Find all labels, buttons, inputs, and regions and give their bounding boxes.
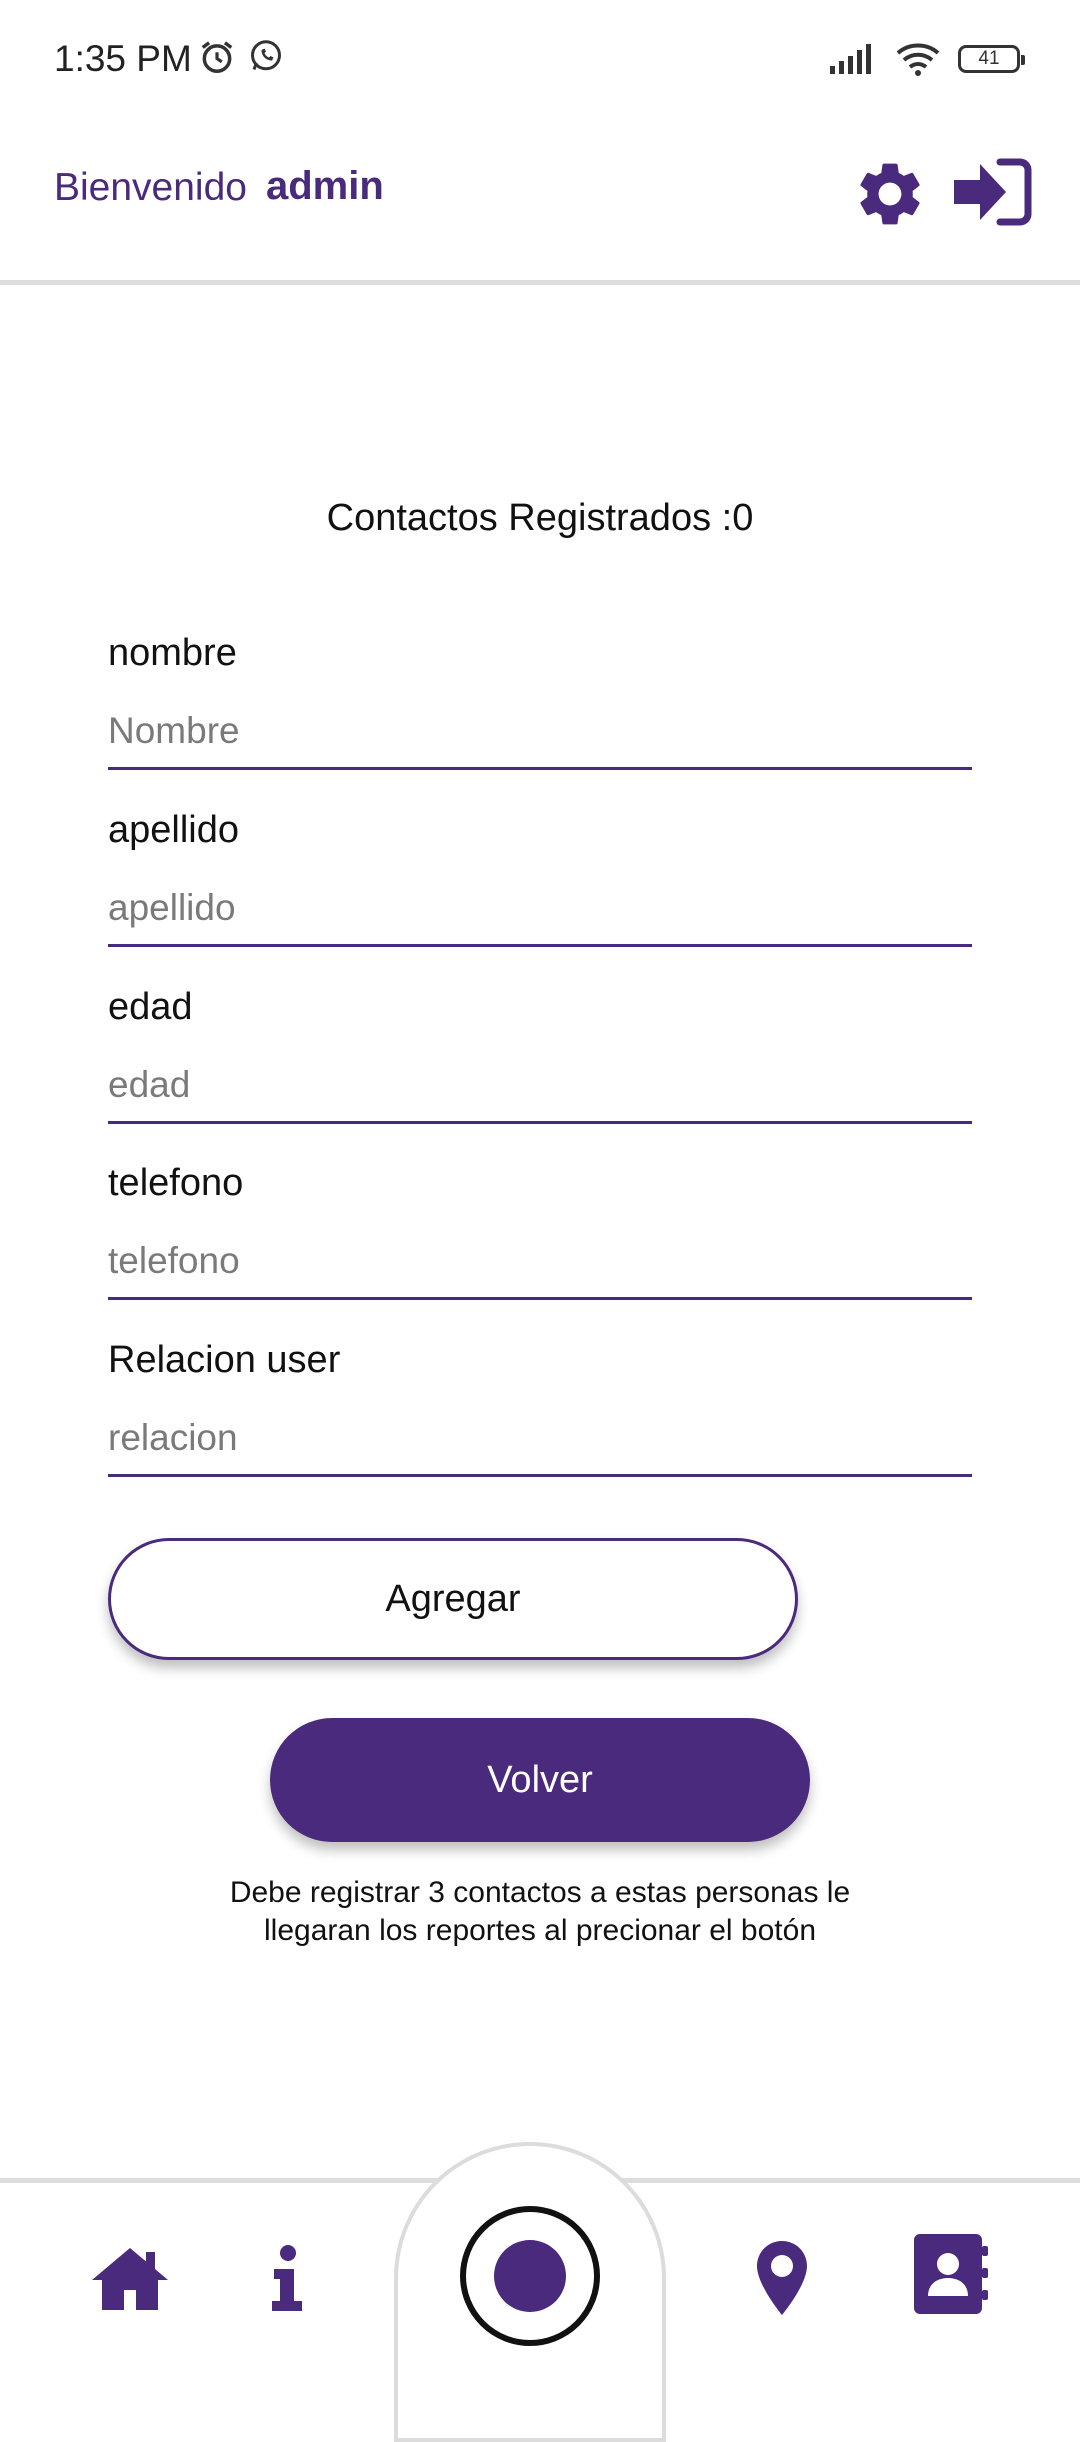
field-label: Relacion user xyxy=(108,1339,341,1381)
nav-info[interactable] xyxy=(262,2238,312,2318)
contacts-book-icon xyxy=(914,2234,988,2314)
add-contact-button[interactable]: Agregar xyxy=(108,1538,798,1660)
greeting-label: Bienvenido xyxy=(54,166,247,209)
field-label: nombre xyxy=(108,632,237,674)
contacts-count: Contactos Registrados :0 xyxy=(326,497,754,539)
gear-icon xyxy=(860,163,920,225)
wifi-icon xyxy=(896,43,940,76)
status-notification-icons xyxy=(198,38,284,76)
nav-contacts[interactable] xyxy=(908,2234,992,2314)
status-system-icons: 41 xyxy=(828,42,1025,76)
username-label: admin xyxy=(266,164,384,208)
signal-icon xyxy=(830,44,871,74)
field-label: apellido xyxy=(108,809,239,851)
info-icon xyxy=(272,2245,302,2311)
status-time: 1:35 PM xyxy=(54,38,192,79)
back-button[interactable]: Volver xyxy=(270,1718,810,1842)
sign-in-icon xyxy=(954,158,1032,226)
home-icon xyxy=(92,2248,168,2310)
field-label: edad xyxy=(108,986,193,1028)
field-apellido: apellido xyxy=(108,809,972,947)
logout-button[interactable] xyxy=(952,156,1032,228)
battery-level: 41 xyxy=(978,48,1000,69)
panic-button[interactable] xyxy=(460,2206,600,2346)
instructions-note: Debe registrar 3 contactos a estas perso… xyxy=(229,1876,851,1947)
nav-location[interactable] xyxy=(752,2238,812,2318)
relacion-input[interactable] xyxy=(108,1405,972,1477)
map-pin-icon xyxy=(757,2241,807,2315)
field-label: telefono xyxy=(108,1162,244,1204)
field-telefono: telefono xyxy=(108,1162,972,1300)
nombre-input[interactable] xyxy=(108,698,972,770)
alarm-icon xyxy=(201,41,233,73)
edad-input[interactable] xyxy=(108,1052,972,1124)
whatsapp-icon xyxy=(251,40,281,71)
header-divider xyxy=(0,280,1080,285)
settings-button[interactable] xyxy=(852,156,928,232)
field-edad: edad xyxy=(108,986,972,1124)
status-bar: 1:35 PM 41 xyxy=(0,0,1080,120)
apellido-input[interactable] xyxy=(108,875,972,947)
battery-icon: 41 xyxy=(958,45,1025,73)
telefono-input[interactable] xyxy=(108,1228,972,1300)
field-relacion: Relacion user xyxy=(108,1339,972,1477)
panic-dot xyxy=(494,2240,566,2312)
nav-home[interactable] xyxy=(88,2238,172,2318)
field-nombre: nombre xyxy=(108,632,972,770)
